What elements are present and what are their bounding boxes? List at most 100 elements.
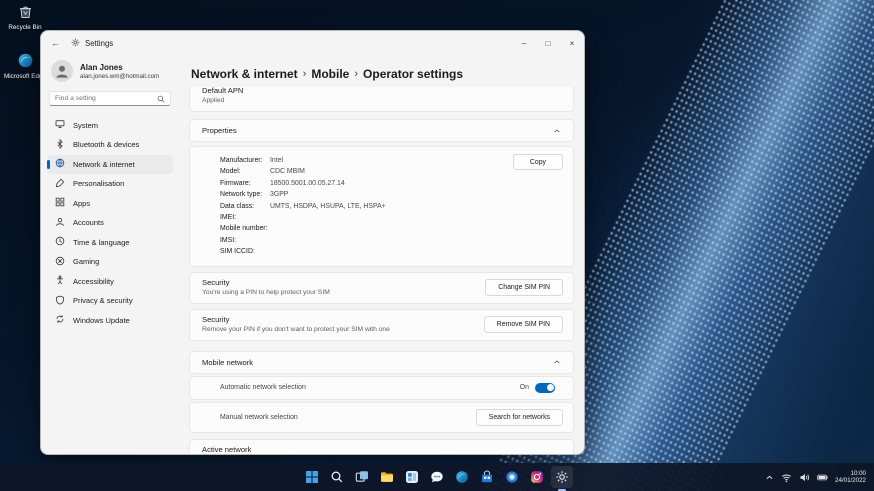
store-icon[interactable] [476, 466, 498, 488]
user-profile[interactable]: Alan Jones alan.jones.wm@hotmail.com [47, 55, 173, 90]
instagram-icon[interactable] [526, 466, 548, 488]
file-explorer-icon[interactable] [376, 466, 398, 488]
sidebar-item-label: Apps [73, 198, 91, 208]
breadcrumb-network-internet[interactable]: Network & internet [191, 67, 298, 81]
photos-icon[interactable] [501, 466, 523, 488]
hidden-icons-chevron[interactable] [765, 473, 774, 482]
network-icon [55, 158, 65, 170]
volume-icon[interactable] [799, 472, 810, 483]
property-row: Model: CDC MBIM [220, 168, 305, 176]
close-button[interactable]: × [560, 31, 584, 55]
security-subtitle: You're using a PIN to help protect your … [202, 288, 330, 296]
chevron-right-icon: › [354, 68, 359, 80]
window-title: Settings [85, 38, 114, 48]
property-row: Firmware: 18500.5001.00.05.27.14 [220, 179, 345, 187]
desktop: Recycle Bin Microsoft Edge ← Settings – … [0, 0, 874, 491]
avatar [51, 60, 73, 82]
sidebar-item-label: Network & internet [73, 159, 135, 169]
search-input[interactable] [55, 95, 153, 102]
profile-name: Alan Jones [80, 62, 123, 72]
tray-time: 10:00 [850, 469, 866, 477]
breadcrumb-mobile[interactable]: Mobile [311, 67, 349, 81]
back-button[interactable]: ← [51, 38, 67, 48]
default-apn-title: Default APN [202, 87, 244, 95]
sidebar-item-apps[interactable]: Apps [47, 194, 173, 213]
search-for-networks-button[interactable]: Search for networks [475, 408, 563, 426]
sidebar-item-network-internet[interactable]: Network & internet [47, 155, 173, 174]
settings-taskbar-icon[interactable] [551, 466, 573, 491]
edge-taskbar-icon[interactable] [451, 466, 473, 488]
accounts-icon [55, 217, 65, 229]
maximize-button[interactable]: □ [536, 31, 560, 55]
settings-content: Default APN Applied Properties Copy Manu… [179, 87, 584, 454]
sidebar-item-accessibility[interactable]: Accessibility [47, 272, 173, 291]
bluetooth-icon [55, 138, 65, 151]
sidebar-item-label: Bluetooth & devices [73, 140, 140, 150]
clock[interactable]: 10:00 24/01/2022 [835, 470, 866, 485]
change-sim-pin-button[interactable]: Change SIM PIN [485, 278, 563, 296]
profile-email: alan.jones.wm@hotmail.com [80, 72, 160, 80]
chevron-up-icon[interactable] [553, 127, 561, 135]
window-controls: – □ × [512, 31, 584, 55]
start-button[interactable] [301, 466, 323, 488]
sidebar-item-privacy-security[interactable]: Privacy & security [47, 292, 173, 311]
edge-icon [17, 52, 34, 71]
sidebar-item-personalisation[interactable]: Personalisation [47, 175, 173, 194]
manual-network-label: Manual network selection [220, 413, 298, 421]
chat-icon[interactable] [426, 466, 448, 488]
search-icon [157, 90, 165, 108]
chevron-up-icon[interactable] [553, 358, 561, 366]
active-network-title: Active network [202, 444, 252, 454]
mobile-network-expander[interactable]: Mobile network [189, 350, 574, 374]
desktop-icon-label: Recycle Bin [8, 24, 42, 31]
sidebar-item-accounts[interactable]: Accounts [47, 214, 173, 233]
sidebar-item-windows-update[interactable]: Windows Update [47, 311, 173, 330]
clock-icon [55, 236, 65, 248]
sidebar-item-label: Personalisation [73, 179, 125, 189]
sidebar-item-label: Privacy & security [73, 296, 133, 306]
breadcrumb: Network & internet › Mobile › Operator s… [179, 55, 584, 87]
property-row: Manufacturer: Intel [220, 157, 284, 164]
search-taskbar-icon[interactable] [326, 466, 348, 488]
property-row: IMSI: [220, 236, 237, 244]
security-change-card: Security You're using a PIN to help prot… [189, 271, 574, 304]
tray-date: 24/01/2022 [835, 477, 866, 484]
sidebar-item-time-language[interactable]: Time & language [47, 233, 173, 252]
apps-icon [55, 197, 65, 209]
chevron-right-icon: › [302, 68, 307, 80]
sidebar-item-bluetooth-devices[interactable]: Bluetooth & devices [47, 136, 173, 155]
automatic-network-toggle-group: On [519, 382, 555, 393]
settings-window: ← Settings – □ × Alan Jones alan.jones.w… [40, 30, 585, 455]
copy-button[interactable]: Copy [512, 154, 563, 170]
properties-expander[interactable]: Properties [189, 119, 574, 142]
shield-icon [55, 295, 65, 307]
security-remove-card: Security Remove your PIN if you don't wa… [189, 308, 574, 341]
sidebar-item-label: Accessibility [73, 276, 114, 286]
battery-icon[interactable] [817, 472, 828, 483]
accessibility-icon [55, 275, 65, 287]
window-titlebar: ← Settings – □ × [41, 31, 584, 55]
property-row: Mobile number: [220, 225, 268, 233]
taskbar: 10:00 24/01/2022 [0, 463, 874, 491]
wifi-icon[interactable] [781, 472, 792, 483]
sidebar-item-system[interactable]: System [47, 116, 173, 135]
widgets-icon[interactable] [401, 466, 423, 488]
sidebar-item-label: Time & language [73, 237, 130, 247]
minimize-button[interactable]: – [512, 31, 536, 55]
mobile-network-header: Mobile network [202, 357, 254, 367]
taskbar-center [301, 463, 573, 491]
task-view-icon[interactable] [351, 466, 373, 488]
manual-network-row: Manual network selection Search for netw… [189, 401, 574, 433]
toggle-state-label: On [519, 384, 529, 392]
remove-sim-pin-button[interactable]: Remove SIM PIN [483, 315, 563, 333]
settings-sidebar: Alan Jones alan.jones.wm@hotmail.com Sys… [41, 55, 179, 454]
sidebar-item-label: Gaming [73, 257, 100, 267]
automatic-network-toggle[interactable] [535, 382, 555, 393]
sidebar-item-gaming[interactable]: Gaming [47, 253, 173, 272]
recycle-bin-shortcut[interactable]: Recycle Bin [1, 3, 49, 31]
default-apn-card: Default APN Applied [189, 87, 574, 112]
breadcrumb-operator-settings: Operator settings [363, 67, 464, 81]
personalisation-icon [55, 178, 65, 190]
properties-card: Copy Manufacturer: Intel Model: CDC MBIM… [189, 146, 574, 267]
property-row: SIM ICCID: [220, 248, 255, 256]
